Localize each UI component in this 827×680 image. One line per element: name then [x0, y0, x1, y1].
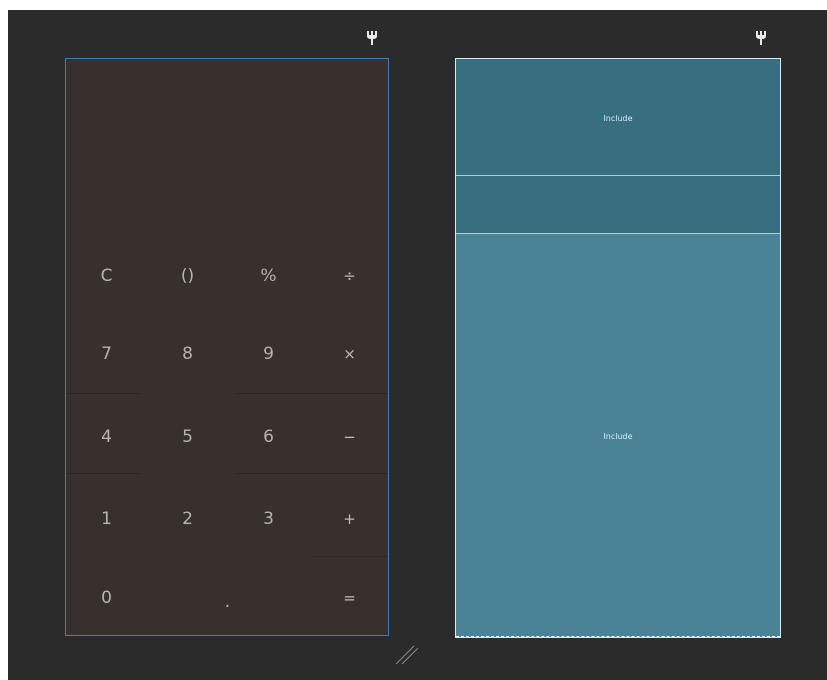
key-3[interactable]: 3 — [228, 477, 309, 560]
divider — [66, 473, 141, 474]
key-decimal[interactable]: . — [187, 560, 268, 643]
key-multiply[interactable]: × — [309, 312, 390, 395]
include-container-top[interactable]: Include — [456, 59, 780, 176]
wrench-icon[interactable] — [365, 30, 379, 46]
key-parentheses[interactable]: () — [147, 234, 228, 317]
divider — [236, 393, 388, 394]
key-clear[interactable]: C — [66, 234, 147, 317]
key-subtract[interactable]: − — [309, 395, 390, 478]
key-5[interactable]: 5 — [147, 395, 228, 478]
key-0[interactable]: 0 — [66, 556, 147, 639]
wrench-icon[interactable] — [754, 30, 768, 46]
design-preview[interactable]: C () % ÷ 7 8 9 × 4 5 6 − 1 2 3 + 0 . = — [65, 58, 389, 636]
include-label-bottom: Include — [603, 432, 633, 441]
key-equals[interactable]: = — [309, 556, 390, 639]
key-divide[interactable]: ÷ — [309, 234, 390, 317]
divider — [66, 393, 141, 394]
key-add[interactable]: + — [309, 477, 390, 560]
blueprint-row[interactable] — [456, 176, 780, 234]
key-1[interactable]: 1 — [66, 477, 147, 560]
blueprint-preview[interactable]: Include Include — [455, 58, 781, 638]
divider — [311, 556, 388, 557]
key-6[interactable]: 6 — [228, 395, 309, 478]
key-4[interactable]: 4 — [66, 395, 147, 478]
divider — [236, 473, 388, 474]
key-percent[interactable]: % — [228, 234, 309, 317]
key-7[interactable]: 7 — [66, 312, 147, 395]
resize-handle-icon[interactable] — [392, 640, 419, 666]
key-2[interactable]: 2 — [147, 477, 228, 560]
key-8[interactable]: 8 — [147, 312, 228, 395]
include-label-top: Include — [603, 114, 633, 123]
blueprint-bottom-edge — [456, 636, 780, 637]
key-9[interactable]: 9 — [228, 312, 309, 395]
